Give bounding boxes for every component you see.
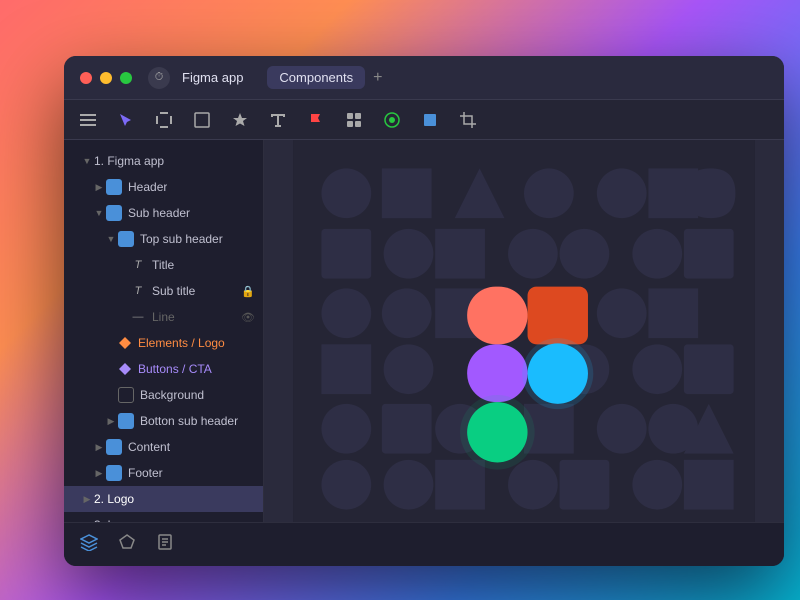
layer-background[interactable]: Background <box>64 382 263 408</box>
history-button[interactable]: ⏱ <box>148 67 170 89</box>
layer-title[interactable]: T Title <box>64 252 263 278</box>
shape-tool[interactable] <box>190 108 214 132</box>
menu-icon[interactable] <box>76 108 100 132</box>
layer-elements-logo[interactable]: Elements / Logo <box>64 330 263 356</box>
layer-icons[interactable]: 3. Icons <box>64 512 263 522</box>
icons-label: 3. Icons <box>94 518 136 522</box>
footer-label: Footer <box>128 466 163 480</box>
layer-buttons-cta[interactable]: Buttons / CTA <box>64 356 263 382</box>
bottom-bar <box>64 522 784 566</box>
book-icon[interactable] <box>156 533 174 556</box>
content-icon <box>106 439 122 455</box>
layers-panel: 1. Figma app Header Sub header Top sub h… <box>64 140 264 522</box>
layer-figma-app[interactable]: 1. Figma app <box>64 148 263 174</box>
chevron-figma-app <box>80 154 94 168</box>
layer-content[interactable]: Content <box>64 434 263 460</box>
pen-tool[interactable] <box>228 108 252 132</box>
chevron-icons <box>80 518 94 522</box>
canvas-pattern <box>264 140 784 522</box>
chevron-logo <box>80 492 94 506</box>
elements-icon <box>118 336 132 350</box>
layer-sub-title[interactable]: T Sub title 🔒 <box>64 278 263 304</box>
crop-tool[interactable] <box>456 108 480 132</box>
layer-top-sub-header[interactable]: Top sub header <box>64 226 263 252</box>
layer-bottom-sub-header[interactable]: Botton sub header <box>64 408 263 434</box>
bottom-sub-icon <box>118 413 134 429</box>
canvas-area[interactable] <box>264 140 784 522</box>
title-bar: ⏱ Figma app Components + <box>64 56 784 100</box>
figma-app-label: 1. Figma app <box>94 154 164 168</box>
chevron-sub-header <box>92 206 106 220</box>
fill-tool[interactable] <box>380 108 404 132</box>
app-window: ⏱ Figma app Components + <box>64 56 784 566</box>
header-icon <box>106 179 122 195</box>
close-button[interactable] <box>80 72 92 84</box>
chevron-bottom-sub <box>104 414 118 428</box>
layer-header[interactable]: Header <box>64 174 263 200</box>
title-label: Title <box>152 258 174 272</box>
layer-logo[interactable]: 2. Logo <box>64 486 263 512</box>
line-label: Line <box>152 310 175 324</box>
content-label: Content <box>128 440 170 454</box>
chevron-header <box>92 180 106 194</box>
assets-icon[interactable] <box>118 533 136 556</box>
layer-footer[interactable]: Footer <box>64 460 263 486</box>
layers-icon[interactable] <box>80 533 98 556</box>
background-label: Background <box>140 388 204 402</box>
components-tab[interactable]: Components <box>267 66 365 89</box>
top-sub-header-icon <box>118 231 134 247</box>
chevron-footer <box>92 466 106 480</box>
footer-icon <box>106 465 122 481</box>
layer-line[interactable]: — Line 👁 <box>64 304 263 330</box>
maximize-button[interactable] <box>120 72 132 84</box>
frame-tool[interactable] <box>152 108 176 132</box>
sub-title-label: Sub title <box>152 284 195 298</box>
app-title: Figma app <box>182 70 243 85</box>
logo-label: 2. Logo <box>94 492 134 506</box>
minimize-button[interactable] <box>100 72 112 84</box>
header-label: Header <box>128 180 167 194</box>
elements-logo-label: Elements / Logo <box>138 336 225 350</box>
layer-sub-header[interactable]: Sub header <box>64 200 263 226</box>
line-icon: — <box>130 309 146 325</box>
component-tool[interactable] <box>342 108 366 132</box>
text-tool[interactable] <box>266 108 290 132</box>
toolbar <box>64 100 784 140</box>
select-tool[interactable] <box>114 108 138 132</box>
title-icon: T <box>130 257 146 273</box>
buttons-icon <box>118 362 132 376</box>
sub-header-label: Sub header <box>128 206 190 220</box>
main-area: 1. Figma app Header Sub header Top sub h… <box>64 140 784 522</box>
eye-icon: 👁 <box>241 311 255 324</box>
add-tab-button[interactable]: + <box>373 69 382 87</box>
buttons-cta-label: Buttons / CTA <box>138 362 212 376</box>
top-sub-header-label: Top sub header <box>140 232 223 246</box>
chevron-content <box>92 440 106 454</box>
lock-icon: 🔒 <box>241 285 255 298</box>
background-icon <box>118 387 134 403</box>
window-controls <box>80 72 132 84</box>
bottom-sub-header-label: Botton sub header <box>140 414 238 428</box>
color-tool[interactable] <box>418 108 442 132</box>
sub-title-icon: T <box>130 283 146 299</box>
sub-header-icon <box>106 205 122 221</box>
chevron-top-sub-header <box>104 232 118 246</box>
flag-tool[interactable] <box>304 108 328 132</box>
